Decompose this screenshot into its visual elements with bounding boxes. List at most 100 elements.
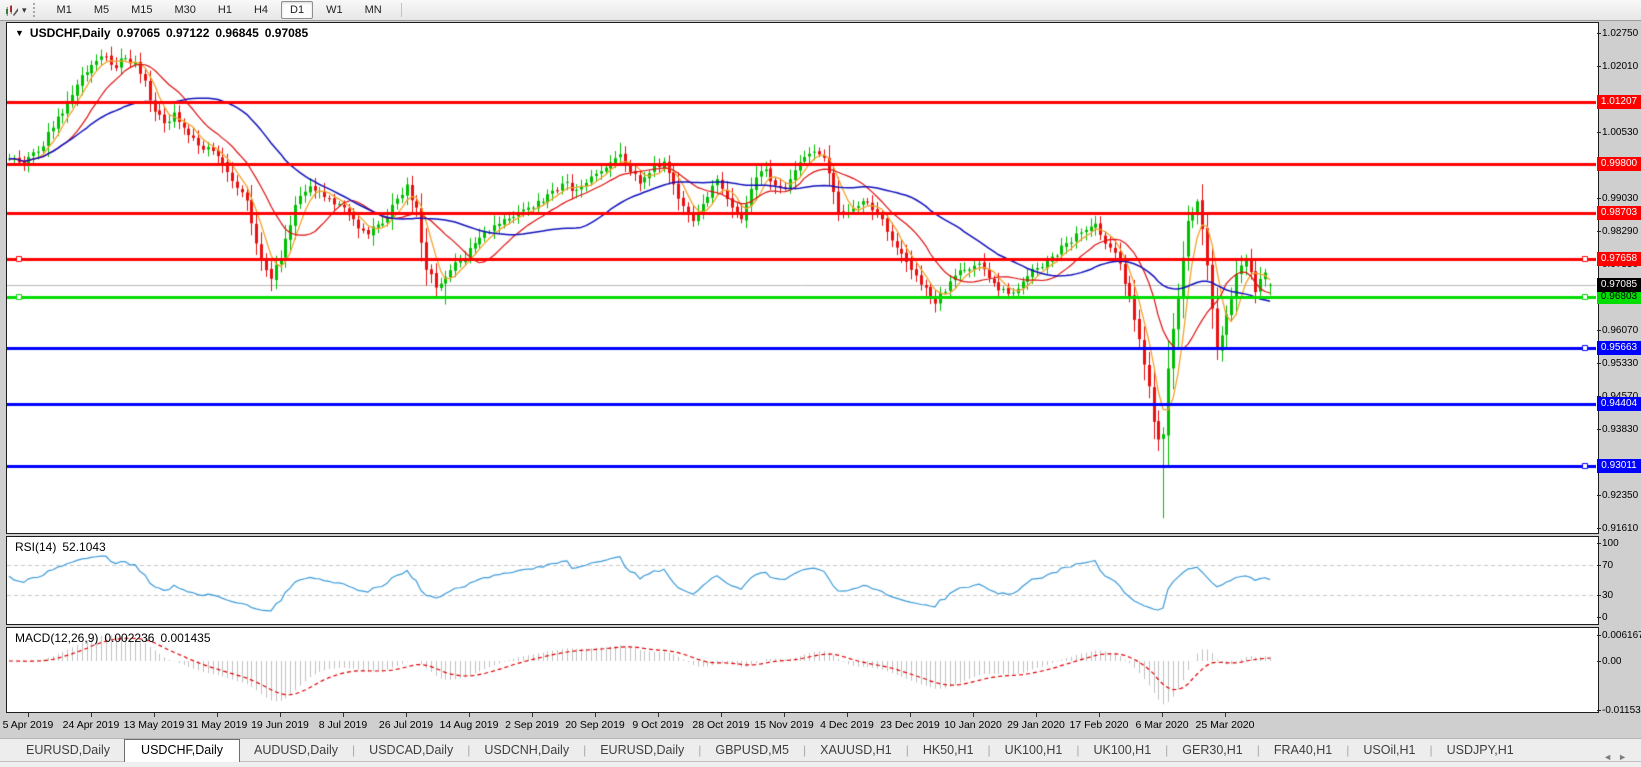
chart-tab-fra40-h1[interactable]: FRA40,H1	[1260, 740, 1346, 761]
date-tick-mark	[469, 713, 470, 717]
price-tick-mark	[1597, 33, 1601, 34]
rsi-header: RSI(14) 52.1043	[15, 540, 106, 554]
chart-tab-usdchf-daily[interactable]: USDCHF,Daily	[124, 739, 240, 762]
price-tick-label: 0.93830	[1602, 423, 1641, 436]
chart-tab-uk100-h1[interactable]: UK100,H1	[991, 740, 1077, 761]
price-tick-mark	[1597, 330, 1601, 331]
date-axis[interactable]: 5 Apr 201924 Apr 201913 May 201931 May 2…	[6, 713, 1597, 738]
main-chart-panel: ▼USDCHF,Daily0.970650.971220.968450.9708…	[6, 22, 1599, 534]
timeframe-button-h4[interactable]: H4	[245, 1, 277, 19]
macd-tick-mark	[1597, 710, 1601, 711]
date-label: 4 Dec 2019	[820, 719, 874, 731]
date-tick-mark	[343, 713, 344, 717]
rsi-title: RSI(14)	[15, 540, 56, 554]
timeframe-button-m1[interactable]: M1	[48, 1, 81, 19]
date-tick-mark	[595, 713, 596, 717]
chart-tab-bar: EURUSD,DailyUSDCHF,DailyAUDUSD,Daily|USD…	[0, 738, 1641, 761]
date-label: 8 Jul 2019	[319, 719, 367, 731]
price-level-label: 0.96803	[1597, 290, 1641, 304]
macd-title: MACD(12,26,9)	[15, 631, 98, 645]
macd-header: MACD(12,26,9)0.0022360.001435	[15, 631, 211, 645]
date-label: 31 May 2019	[187, 719, 248, 731]
date-label: 13 May 2019	[124, 719, 185, 731]
toolbar-grip[interactable]	[33, 3, 40, 17]
rsi-tick-mark	[1597, 543, 1601, 544]
chart-tab-usdcad-daily[interactable]: USDCAD,Daily	[355, 740, 467, 761]
price-tick-mark	[1597, 363, 1601, 364]
chart-tab-usdcnh-daily[interactable]: USDCNH,Daily	[470, 740, 583, 761]
price-chart-canvas[interactable]	[7, 23, 1596, 531]
date-tick-mark	[406, 713, 407, 717]
rsi-tick-label: 70	[1602, 559, 1641, 572]
price-tick-label: 1.02750	[1602, 27, 1641, 40]
date-label: 17 Feb 2020	[1070, 719, 1129, 731]
price-level-label: 0.97658	[1597, 252, 1641, 266]
macd-signal-value: 0.001435	[160, 631, 210, 645]
price-tick-label: 0.95330	[1602, 357, 1641, 370]
chart-tab-ger30-h1[interactable]: GER30,H1	[1168, 740, 1256, 761]
price-level-label: 1.01207	[1597, 95, 1641, 109]
date-tick-mark	[91, 713, 92, 717]
rsi-canvas[interactable]	[7, 537, 1596, 622]
collapse-triangle-icon[interactable]: ▼	[15, 28, 24, 38]
dropdown-caret-icon[interactable]: ▾	[22, 5, 27, 16]
price-tick-mark	[1597, 528, 1601, 529]
ohlc-high: 0.97122	[166, 26, 209, 40]
date-tick-mark	[1036, 713, 1037, 717]
rsi-tick-label: 100	[1602, 537, 1641, 550]
macd-tick-label: 0.006167	[1602, 629, 1641, 642]
date-tick-mark	[154, 713, 155, 717]
chart-tab-eurusd-daily[interactable]: EURUSD,Daily	[586, 740, 698, 761]
price-tick-label: 0.99030	[1602, 192, 1641, 205]
price-tick-mark	[1597, 66, 1601, 67]
chart-tools-icon[interactable]	[3, 2, 21, 18]
macd-canvas[interactable]	[7, 628, 1596, 710]
date-tick-mark	[847, 713, 848, 717]
chart-tab-audusd-daily[interactable]: AUDUSD,Daily	[240, 740, 352, 761]
rsi-tick-label: 0	[1602, 611, 1641, 624]
price-tick-mark	[1597, 132, 1601, 133]
macd-panel: MACD(12,26,9)0.0022360.001435	[6, 627, 1599, 713]
date-tick-mark	[280, 713, 281, 717]
date-tick-mark	[1225, 713, 1226, 717]
macd-tick-mark	[1597, 661, 1601, 662]
chart-tab-usoil-h1[interactable]: USOil,H1	[1349, 740, 1429, 761]
date-tick-mark	[658, 713, 659, 717]
ohlc-open: 0.97065	[117, 26, 160, 40]
timeframe-button-h1[interactable]: H1	[209, 1, 241, 19]
timeframe-button-w1[interactable]: W1	[317, 1, 352, 19]
rsi-tick-mark	[1597, 617, 1601, 618]
price-tick-mark	[1597, 231, 1601, 232]
date-tick-mark	[721, 713, 722, 717]
price-level-label: 0.98703	[1597, 206, 1641, 220]
date-tick-mark	[784, 713, 785, 717]
chart-tab-hk50-h1[interactable]: HK50,H1	[909, 740, 988, 761]
date-label: 23 Dec 2019	[880, 719, 940, 731]
price-tick-label: 0.98290	[1602, 225, 1641, 238]
chart-tab-usdjpy-h1[interactable]: USDJPY,H1	[1433, 740, 1528, 761]
timeframe-button-m30[interactable]: M30	[166, 1, 205, 19]
rsi-tick-mark	[1597, 565, 1601, 566]
price-tick-label: 0.91610	[1602, 522, 1641, 535]
timeframe-button-m15[interactable]: M15	[122, 1, 161, 19]
date-tick-mark	[973, 713, 974, 717]
price-tick-label: 0.96070	[1602, 324, 1641, 337]
price-level-label: 0.99800	[1597, 157, 1641, 171]
chart-tab-xauusd-h1[interactable]: XAUUSD,H1	[806, 740, 906, 761]
timeframe-button-d1[interactable]: D1	[281, 1, 313, 19]
ohlc-low: 0.96845	[215, 26, 258, 40]
chart-tab-eurusd-daily[interactable]: EURUSD,Daily	[12, 740, 124, 761]
date-label: 24 Apr 2019	[63, 719, 120, 731]
price-tick-mark	[1597, 495, 1601, 496]
chart-tab-gbpusd-m5[interactable]: GBPUSD,M5	[701, 740, 803, 761]
chart-tab-uk100-h1[interactable]: UK100,H1	[1079, 740, 1165, 761]
timeframe-button-m5[interactable]: M5	[85, 1, 118, 19]
price-tick-mark	[1597, 198, 1601, 199]
timeframe-button-mn[interactable]: MN	[356, 1, 391, 19]
price-tick-mark	[1597, 429, 1601, 430]
rsi-tick-label: 30	[1602, 589, 1641, 602]
timeframe-button-group: M1M5M15 M30H1H4D1W1MN	[46, 1, 393, 19]
rsi-value: 52.1043	[62, 540, 105, 554]
date-tick-mark	[1162, 713, 1163, 717]
price-level-label: 0.93011	[1597, 459, 1641, 473]
